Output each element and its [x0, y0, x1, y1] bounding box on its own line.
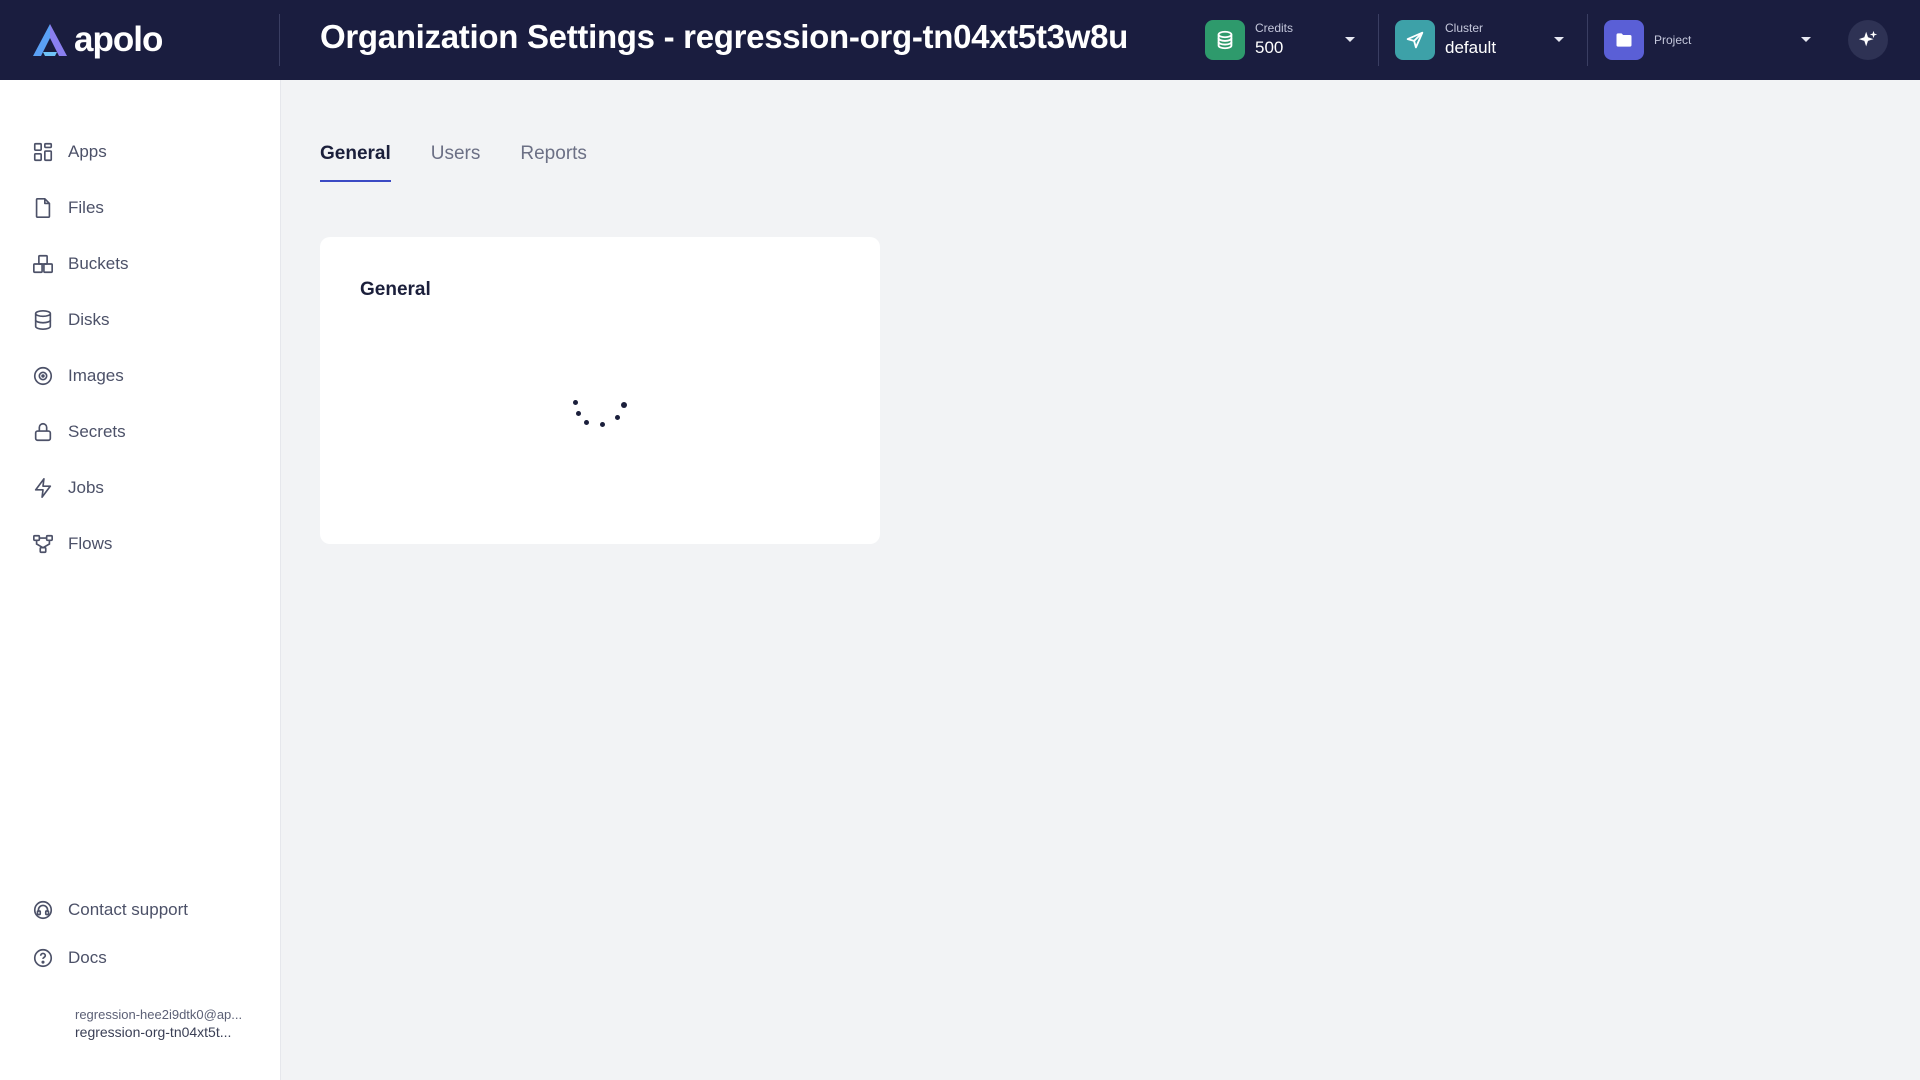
header-divider	[1378, 14, 1379, 66]
header-divider	[279, 14, 280, 66]
cluster-value: default	[1445, 38, 1497, 57]
tab-reports[interactable]: Reports	[520, 140, 587, 182]
card-title: General	[360, 279, 431, 300]
database-icon	[34, 310, 52, 330]
file-icon	[35, 198, 51, 218]
sidebar-item-label: Disks	[68, 310, 110, 329]
sidebar-item-label: Apps	[68, 142, 107, 161]
general-card: General	[320, 237, 880, 544]
top-header: apolo Organization Settings - regression…	[0, 0, 1920, 80]
sidebar-item-label: Jobs	[68, 478, 104, 497]
apolo-logo[interactable]: apolo	[30, 18, 163, 62]
project-selector[interactable]: Project	[1604, 18, 1814, 62]
headset-icon	[33, 900, 53, 920]
help-icon	[33, 948, 53, 968]
sidebar-item-docs[interactable]: Docs	[32, 944, 107, 972]
sidebar-item-images[interactable]: Images	[32, 362, 124, 390]
credits-caption: Credits	[1255, 21, 1294, 35]
sparkle-icon	[1858, 30, 1878, 47]
cluster-caption: Cluster	[1445, 21, 1484, 35]
settings-tabs: General Users Reports	[320, 140, 587, 182]
sidebar-item-label: Files	[68, 198, 104, 217]
tab-general[interactable]: General	[320, 140, 391, 182]
send-icon	[1395, 20, 1435, 60]
apps-icon	[33, 142, 53, 162]
image-icon	[33, 366, 53, 386]
sidebar-item-label: Buckets	[68, 254, 129, 273]
sidebar-item-files[interactable]: Files	[32, 194, 104, 222]
header-divider	[1587, 14, 1588, 66]
buckets-icon	[33, 254, 53, 274]
apolo-logo-mark	[33, 24, 67, 56]
sidebar-item-label: Contact support	[68, 900, 189, 919]
sidebar-item-flows[interactable]: Flows	[32, 530, 112, 558]
chevron-down-icon	[1345, 37, 1355, 42]
flows-icon	[33, 534, 53, 554]
coins-icon	[1205, 20, 1245, 60]
sidebar-item-contact-support[interactable]: Contact support	[32, 896, 188, 924]
sidebar-item-secrets[interactable]: Secrets	[32, 418, 126, 446]
sidebar-item-buckets[interactable]: Buckets	[32, 250, 128, 278]
sidebar-item-disks[interactable]: Disks	[32, 306, 110, 334]
sidebar-item-label: Flows	[68, 534, 113, 553]
loading-spinner	[565, 397, 635, 437]
user-email: regression-hee2i9dtk0@ap...	[75, 1007, 243, 1022]
chevron-down-icon	[1801, 37, 1811, 42]
sidebar-item-label: Secrets	[68, 422, 126, 441]
user-account[interactable]: regression-hee2i9dtk0@ap... regression-o…	[75, 1006, 265, 1041]
credits-value: 500	[1255, 38, 1284, 57]
chevron-down-icon	[1554, 37, 1564, 42]
user-org: regression-org-tn04xt5t...	[75, 1024, 232, 1040]
folder-icon	[1604, 20, 1644, 60]
sidebar-item-jobs[interactable]: Jobs	[32, 474, 104, 502]
tab-users[interactable]: Users	[431, 140, 481, 182]
ai-assistant-button[interactable]	[1848, 20, 1888, 60]
sidebar-item-label: Docs	[68, 948, 107, 967]
page-title: Organization Settings - regression-org-t…	[320, 18, 1128, 55]
credits-selector[interactable]: Credits 500	[1205, 18, 1395, 62]
cluster-selector[interactable]: Cluster default	[1395, 18, 1585, 62]
brand-name: apolo	[74, 20, 163, 59]
lock-icon	[34, 422, 52, 442]
project-caption: Project	[1654, 33, 1692, 47]
lightning-icon	[34, 478, 52, 498]
sidebar: Apps Files Buckets Disks Images Secrets	[0, 80, 281, 1080]
sidebar-item-apps[interactable]: Apps	[32, 138, 107, 166]
sidebar-item-label: Images	[68, 366, 124, 385]
